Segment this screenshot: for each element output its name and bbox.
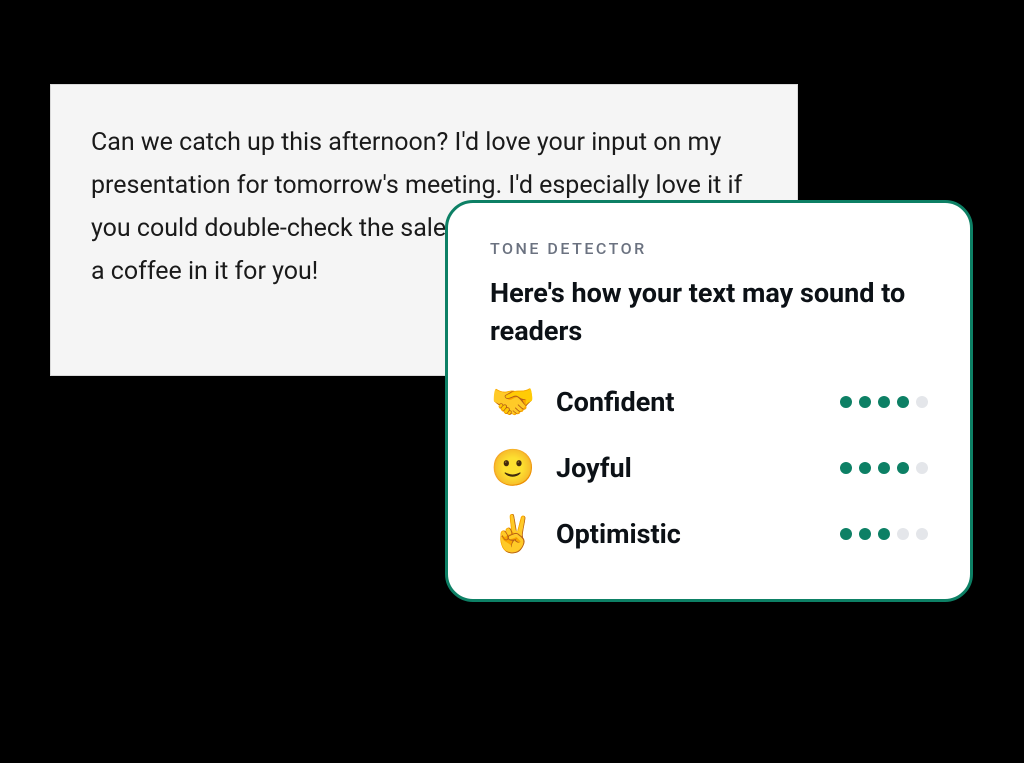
dot-icon	[840, 528, 852, 540]
dot-icon	[897, 462, 909, 474]
dot-icon	[916, 528, 928, 540]
dot-icon	[859, 462, 871, 474]
tone-detector-card: TONE DETECTOR Here's how your text may s…	[445, 200, 973, 602]
victory-hand-icon: ✌️	[490, 513, 536, 555]
tone-detector-label: TONE DETECTOR	[490, 239, 928, 258]
tone-name: Joyful	[556, 452, 820, 484]
tone-list: 🤝 Confident 🙂 Joyful ✌️ Opti	[490, 381, 928, 555]
smile-icon: 🙂	[490, 447, 536, 489]
tone-row-optimistic: ✌️ Optimistic	[490, 513, 928, 555]
dot-icon	[840, 396, 852, 408]
tone-name: Optimistic	[556, 518, 820, 550]
dot-icon	[878, 528, 890, 540]
dot-icon	[840, 462, 852, 474]
tone-score-dots	[840, 462, 928, 474]
dot-icon	[878, 462, 890, 474]
dot-icon	[916, 462, 928, 474]
dot-icon	[916, 396, 928, 408]
dot-icon	[859, 396, 871, 408]
tone-row-confident: 🤝 Confident	[490, 381, 928, 423]
handshake-icon: 🤝	[490, 381, 536, 423]
tone-detector-headline: Here's how your text may sound to reader…	[490, 274, 928, 351]
dot-icon	[897, 396, 909, 408]
tone-name: Confident	[556, 386, 820, 418]
dot-icon	[878, 396, 890, 408]
dot-icon	[897, 528, 909, 540]
dot-icon	[859, 528, 871, 540]
tone-row-joyful: 🙂 Joyful	[490, 447, 928, 489]
tone-score-dots	[840, 396, 928, 408]
tone-score-dots	[840, 528, 928, 540]
